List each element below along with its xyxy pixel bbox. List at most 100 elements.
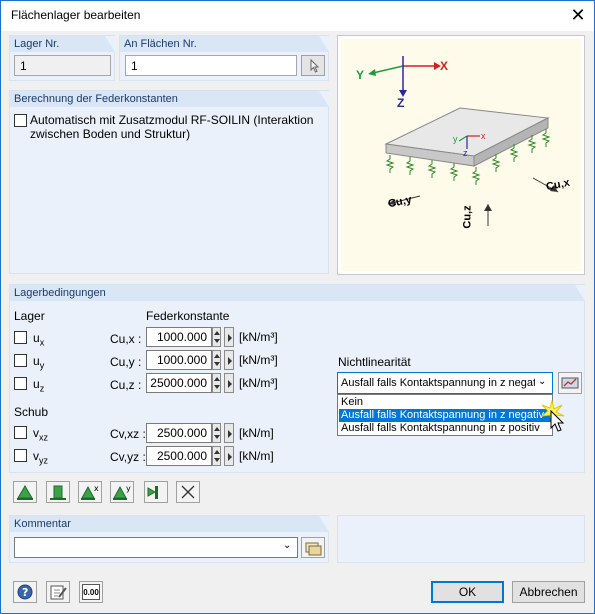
- uy-label: uy: [33, 354, 45, 371]
- cvxz-arrow-button[interactable]: [224, 423, 234, 443]
- lagerbedingungen-label: Lagerbedingungen: [10, 285, 585, 301]
- cvyz-arrow-button[interactable]: [224, 446, 234, 466]
- schub-label: Schub: [14, 405, 49, 419]
- option-ausfall-positiv[interactable]: Ausfall falls Kontaktspannung in z posit…: [339, 422, 551, 435]
- nichtlinearitaet-dropdown: Kein Ausfall falls Kontaktspannung in z …: [337, 394, 553, 436]
- pick-surface-button[interactable]: [301, 55, 325, 76]
- nichtlinearitaet-selected: Ausfall falls Kontaktspannung in z negat…: [341, 377, 535, 389]
- title-bar: Flächenlager bearbeiten ✕: [1, 1, 594, 31]
- cux-input[interactable]: 1000.000: [146, 327, 212, 347]
- uy-checkbox[interactable]: [14, 354, 27, 367]
- vxz-checkbox[interactable]: [14, 426, 27, 439]
- cvxz-input[interactable]: 2500.000: [146, 423, 212, 443]
- support-diagram: Y X Z y x z Cu,y Cu,x Cu,z: [337, 35, 585, 275]
- cuy-unit: [kN/m³]: [239, 353, 278, 367]
- svg-text:x: x: [94, 484, 99, 493]
- axis-x-label: X: [440, 59, 449, 73]
- units-icon: 0.00: [82, 584, 100, 600]
- an-flaechen-field[interactable]: 1: [125, 55, 297, 76]
- support-hinged-button[interactable]: [13, 481, 37, 503]
- federkonstanten-label: Berechnung der Federkonstanten: [10, 91, 329, 107]
- cuy-input[interactable]: 1000.000: [146, 350, 212, 370]
- side-support-icon: [147, 486, 158, 499]
- window-title: Flächenlager bearbeiten: [11, 8, 141, 22]
- axis-y-label: Y: [356, 68, 365, 82]
- mouse-pointer-icon: [540, 399, 565, 432]
- units-button[interactable]: 0.00: [79, 581, 103, 603]
- support-x-button[interactable]: x: [78, 481, 102, 503]
- vyz-label: vyz: [33, 449, 48, 466]
- local-z-label: z: [463, 148, 468, 158]
- support-side-button[interactable]: [144, 481, 168, 503]
- kommentar-side-panel: [337, 515, 585, 563]
- cursor-pick-icon: [310, 58, 320, 73]
- cux-unit: [kN/m³]: [239, 330, 278, 344]
- diagram-edit-icon: [561, 377, 579, 389]
- federkonstanten-group: Berechnung der Federkonstanten Automatis…: [9, 90, 329, 274]
- soilin-label-1: Automatisch mit Zusatzmodul RF-SOILIN (I…: [30, 113, 314, 127]
- cuz-row-label: Cu,z :: [110, 378, 142, 392]
- cvyz-spinner[interactable]: [212, 446, 221, 466]
- kommentar-input[interactable]: ⌄: [14, 537, 298, 558]
- cuz-input[interactable]: 25000.000: [146, 373, 212, 393]
- edit-icon: [50, 585, 67, 600]
- cvyz-unit: [kN/m]: [239, 449, 274, 463]
- help-icon: ?: [17, 584, 33, 600]
- ux-label: ux: [33, 331, 45, 348]
- hinged-support-icon: [17, 485, 33, 500]
- support-fixed-button[interactable]: [46, 481, 70, 503]
- nichtlinearitaet-edit-button[interactable]: [558, 372, 582, 394]
- local-x-label: x: [481, 131, 486, 141]
- nichtlinearitaet-select[interactable]: Ausfall falls Kontaktspannung in z negat…: [337, 372, 553, 394]
- kommentar-group: Kommentar ⌄: [9, 515, 329, 563]
- cuy-arrow-button[interactable]: [224, 350, 234, 370]
- uz-checkbox[interactable]: [14, 377, 27, 390]
- col-feder-label: Federkonstante: [146, 309, 230, 323]
- option-ausfall-negativ[interactable]: Ausfall falls Kontaktspannung in z negat…: [339, 409, 551, 422]
- soilin-checkbox[interactable]: [14, 114, 27, 127]
- option-kein[interactable]: Kein: [339, 396, 551, 409]
- vxz-label: vxz: [33, 426, 48, 443]
- cvxz-unit: [kN/m]: [239, 426, 274, 440]
- cuy-row-label: Cu,y :: [110, 355, 142, 369]
- nichtlinearitaet-label: Nichtlinearität: [338, 355, 411, 369]
- vyz-checkbox[interactable]: [14, 449, 27, 462]
- edit-button[interactable]: [46, 581, 70, 603]
- cvxz-row-label: Cv,xz :: [110, 427, 146, 441]
- support-y-icon: y: [113, 484, 131, 500]
- cux-arrow-button[interactable]: [224, 327, 234, 347]
- fixed-support-icon: [50, 485, 66, 500]
- cuz-unit: [kN/m³]: [239, 376, 278, 390]
- cvxz-spinner[interactable]: [212, 423, 221, 443]
- cuz-arrow-button[interactable]: [224, 373, 234, 393]
- support-x-icon: x: [81, 484, 99, 500]
- kommentar-edit-button[interactable]: [301, 537, 325, 558]
- uz-label: uz: [33, 377, 45, 394]
- cancel-button[interactable]: Abbrechen: [512, 581, 585, 603]
- cvyz-row-label: Cv,yz :: [110, 450, 146, 464]
- cux-spinner[interactable]: [212, 327, 221, 347]
- support-free-button[interactable]: [176, 481, 200, 503]
- svg-text:y: y: [126, 484, 131, 493]
- chevron-down-icon[interactable]: ⌄: [538, 376, 546, 387]
- lager-nr-field[interactable]: 1: [14, 55, 111, 76]
- cvyz-input[interactable]: 2500.000: [146, 446, 212, 466]
- svg-text:?: ?: [22, 586, 28, 599]
- close-icon[interactable]: ✕: [564, 3, 592, 27]
- free-icon: [181, 485, 195, 499]
- cux-row-label: Cu,x :: [110, 332, 142, 346]
- ok-button[interactable]: OK: [431, 581, 504, 603]
- ux-checkbox[interactable]: [14, 331, 27, 344]
- lager-nr-label: Lager Nr.: [10, 36, 115, 52]
- cuz-spinner[interactable]: [212, 373, 221, 393]
- support-y-button[interactable]: y: [110, 481, 134, 503]
- lagerbedingungen-group: Lagerbedingungen Lager Federkonstante ux…: [9, 284, 585, 473]
- help-button[interactable]: ?: [13, 581, 37, 603]
- an-flaechen-group: An Flächen Nr. 1: [119, 35, 329, 81]
- dialog-window: Flächenlager bearbeiten ✕ Lager Nr. 1 An…: [0, 0, 595, 614]
- col-lager-label: Lager: [14, 309, 45, 323]
- chevron-down-icon[interactable]: ⌄: [283, 540, 291, 551]
- axis-z-label: Z: [397, 96, 405, 110]
- cuy-spinner[interactable]: [212, 350, 221, 370]
- cuz-label: Cu,z: [461, 205, 474, 229]
